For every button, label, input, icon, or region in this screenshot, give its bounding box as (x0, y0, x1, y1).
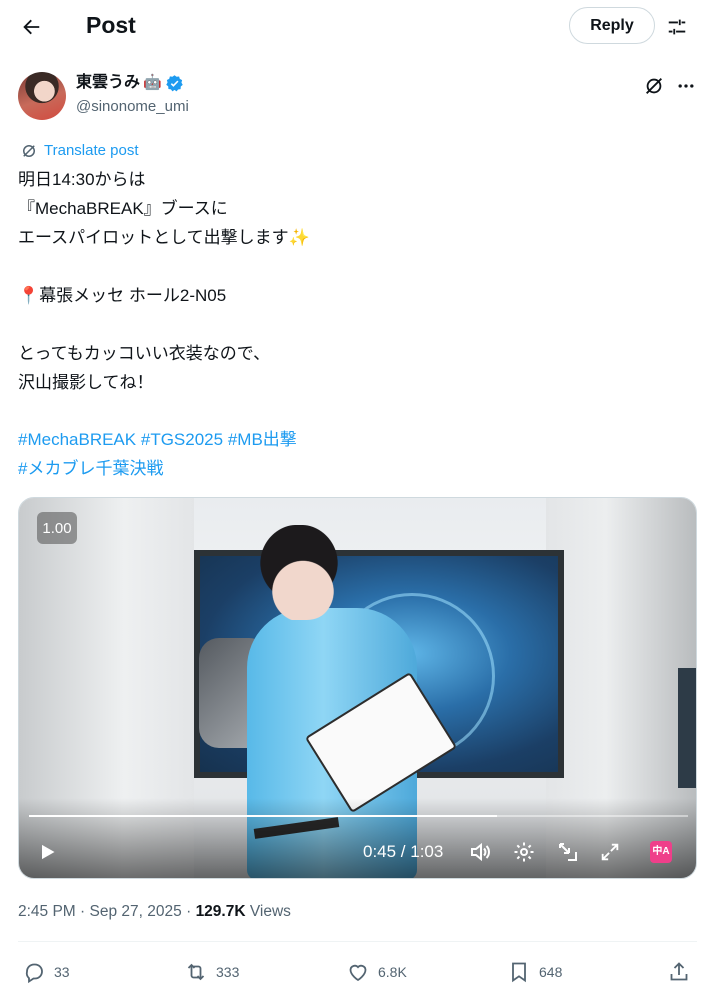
grok-icon (646, 78, 662, 94)
pip-button[interactable] (555, 839, 581, 865)
post-time[interactable]: 2:45 PM (18, 903, 76, 920)
reply-settings-button[interactable] (662, 12, 692, 42)
like-count: 6.8K (378, 964, 407, 980)
post-line-text: エースパイロットとして出撃します (18, 228, 289, 247)
play-button[interactable] (35, 840, 59, 864)
hashtag-line: #MechaBREAK #TGS2025 #MB出撃 (18, 428, 297, 452)
video-frame-person-head (259, 525, 339, 620)
robot-emoji: 🤖 (143, 74, 162, 91)
post-date[interactable]: Sep 27, 2025 (90, 903, 182, 920)
post-line: 沢山撮影してね！ (18, 373, 154, 392)
reply-count: 33 (54, 964, 70, 980)
more-options-button[interactable] (674, 74, 698, 98)
fullscreen-icon (601, 843, 619, 861)
captions-button[interactable]: 中A (650, 841, 672, 863)
translate-icon (23, 145, 35, 157)
post-line: エースパイロットとして出撃します✨ (18, 226, 310, 250)
video-time: 0:45 / 1:03 (363, 842, 444, 861)
reply-button[interactable]: Reply (569, 7, 655, 44)
translate-post-link[interactable]: Translate post (20, 141, 139, 161)
post-line: とってもカッコいい衣装なので、 (18, 344, 271, 363)
hashtag-line: #メカブレ千葉決戦 (18, 457, 163, 481)
post-line: 『MechaBREAK』ブースに (18, 199, 228, 218)
play-icon (42, 844, 55, 860)
back-button[interactable] (14, 10, 48, 44)
volume-icon (471, 842, 490, 862)
bookmark-action[interactable]: 648 (507, 960, 562, 984)
avatar[interactable] (18, 72, 66, 120)
post-line: 明日14:30からは (18, 170, 146, 189)
arrow-left-icon (23, 19, 40, 35)
post-meta: 2:45 PM · Sep 27, 2025 · 129.7K Views (18, 902, 291, 922)
meta-separator: · (80, 903, 86, 920)
repost-action[interactable]: 333 (184, 960, 239, 984)
video-progress-fill (29, 815, 497, 817)
settings-button[interactable] (511, 839, 537, 865)
reply-icon (25, 963, 43, 984)
fullscreen-button[interactable] (597, 839, 623, 865)
author-name-text: 東雲うみ (76, 74, 141, 91)
views-label: Views (249, 903, 291, 920)
picture-in-picture-icon (559, 843, 577, 861)
meta-separator: · (186, 903, 192, 920)
more-dots-icon (678, 84, 694, 88)
sliders-icon (668, 19, 686, 35)
verified-badge-icon (165, 74, 183, 91)
views-count: 129.7K (195, 903, 246, 920)
heart-icon (349, 964, 367, 982)
like-action[interactable]: 6.8K (346, 960, 407, 984)
post-line: 📍幕張メッセ ホール2-N05 (18, 286, 227, 305)
bookmark-count: 648 (539, 964, 563, 980)
volume-button[interactable] (467, 839, 493, 865)
bookmark-icon (512, 962, 526, 983)
repost-count: 333 (216, 964, 240, 980)
video-frame-panel (678, 668, 696, 788)
hashtag[interactable]: #MechaBREAK (18, 430, 136, 449)
video-controls-shade (19, 798, 696, 878)
repost-icon (187, 963, 205, 981)
gear-icon (514, 842, 534, 862)
share-action[interactable] (667, 960, 691, 984)
reply-action[interactable]: 33 (22, 960, 70, 984)
divider (18, 941, 697, 942)
author-handle[interactable]: @sinonome_umi (76, 97, 189, 117)
page-title: Post (86, 12, 136, 38)
video-player[interactable]: 1.00 0:45 / 1:03 中A (18, 497, 697, 879)
hashtag[interactable]: #MB出撃 (228, 430, 297, 449)
hashtag[interactable]: #TGS2025 (141, 430, 223, 449)
playback-rate-badge[interactable]: 1.00 (37, 512, 77, 544)
grok-button[interactable] (642, 74, 666, 98)
translate-label: Translate post (44, 142, 139, 159)
hashtag[interactable]: #メカブレ千葉決戦 (18, 459, 163, 478)
share-icon (670, 962, 688, 981)
author-name[interactable]: 東雲うみ 🤖 (76, 72, 184, 94)
sparkle-emoji: ✨ (288, 228, 310, 247)
